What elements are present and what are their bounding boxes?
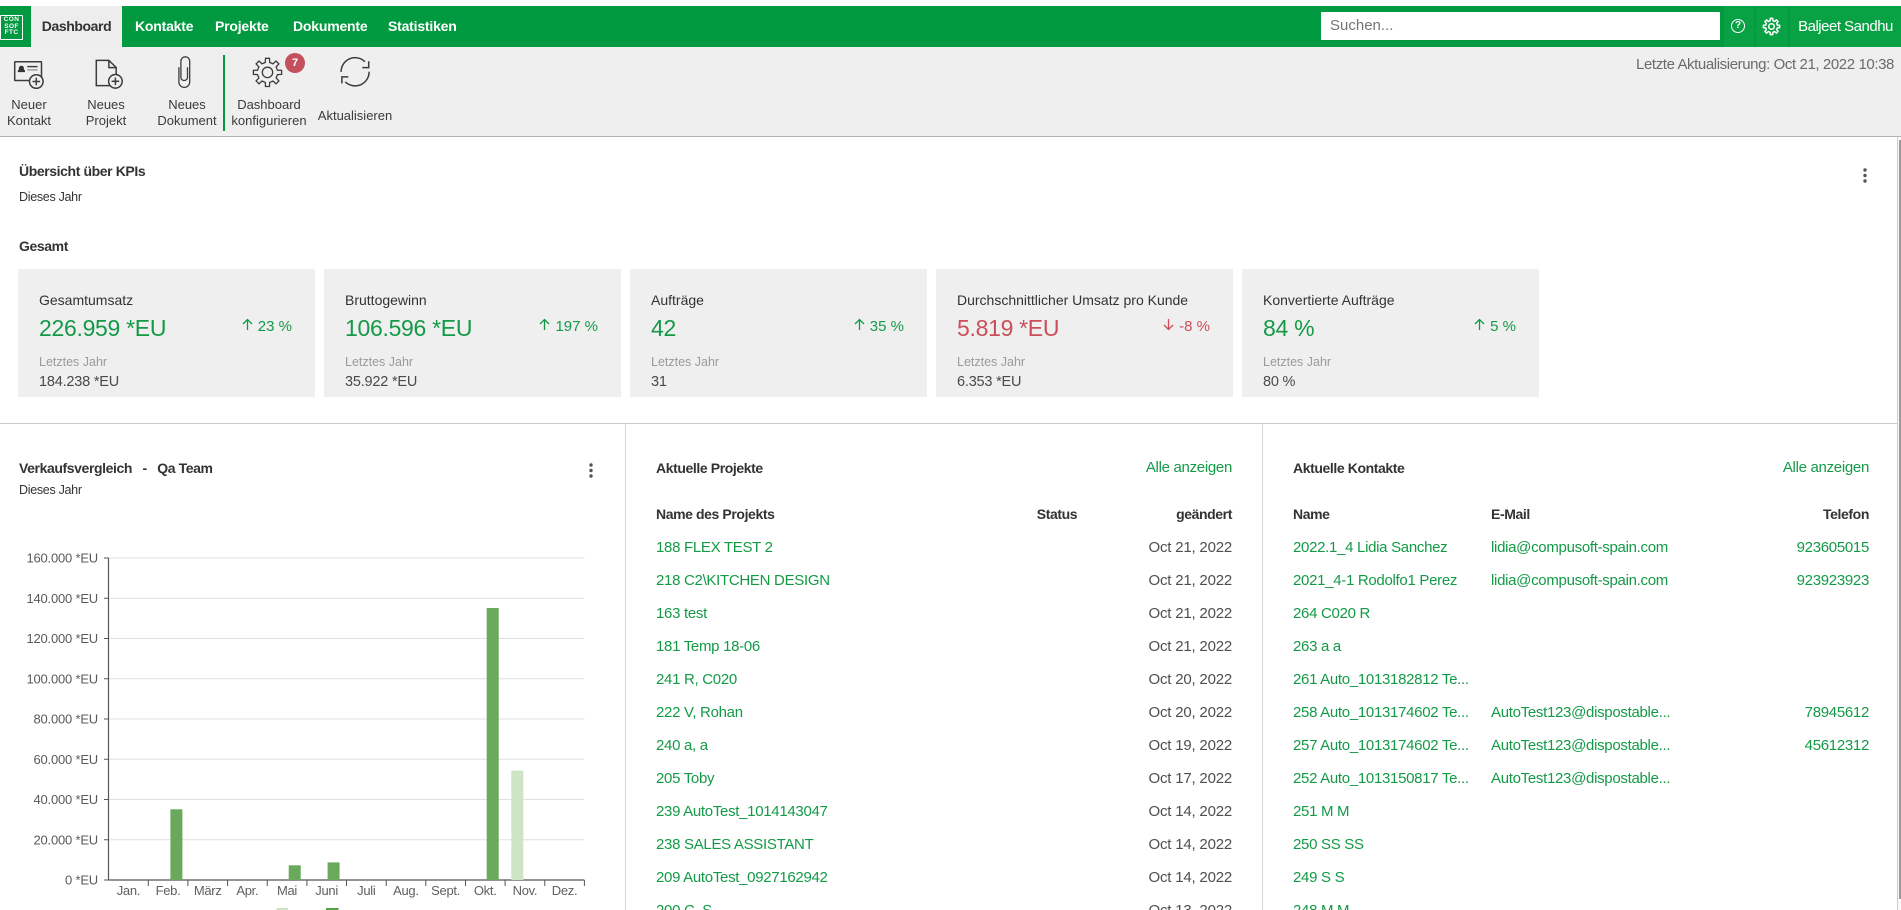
svg-text:Juli: Juli <box>357 883 376 898</box>
svg-text:Jan.: Jan. <box>117 883 140 898</box>
svg-text:Nov.: Nov. <box>513 883 538 898</box>
svg-text:60.000 *EU: 60.000 *EU <box>34 752 99 767</box>
svg-text:160.000 *EU: 160.000 *EU <box>26 551 98 566</box>
svg-text:Dez.: Dez. <box>552 883 578 898</box>
svg-text:140.000 *EU: 140.000 *EU <box>26 591 98 606</box>
svg-text:80.000 *EU: 80.000 *EU <box>34 712 99 727</box>
svg-text:120.000 *EU: 120.000 *EU <box>26 631 98 646</box>
svg-text:40.000 *EU: 40.000 *EU <box>34 792 99 807</box>
svg-text:Okt.: Okt. <box>474 883 497 898</box>
svg-text:20.000 *EU: 20.000 *EU <box>34 832 99 847</box>
svg-text:Apr.: Apr. <box>236 883 258 898</box>
svg-text:März: März <box>194 883 222 898</box>
svg-text:Aug.: Aug. <box>393 883 419 898</box>
svg-text:Sept.: Sept. <box>431 883 460 898</box>
svg-text:Feb.: Feb. <box>156 883 181 898</box>
svg-text:0 *EU: 0 *EU <box>65 873 98 888</box>
svg-text:Juni: Juni <box>315 883 338 898</box>
svg-text:100.000 *EU: 100.000 *EU <box>26 671 98 686</box>
svg-text:Mai: Mai <box>277 883 297 898</box>
